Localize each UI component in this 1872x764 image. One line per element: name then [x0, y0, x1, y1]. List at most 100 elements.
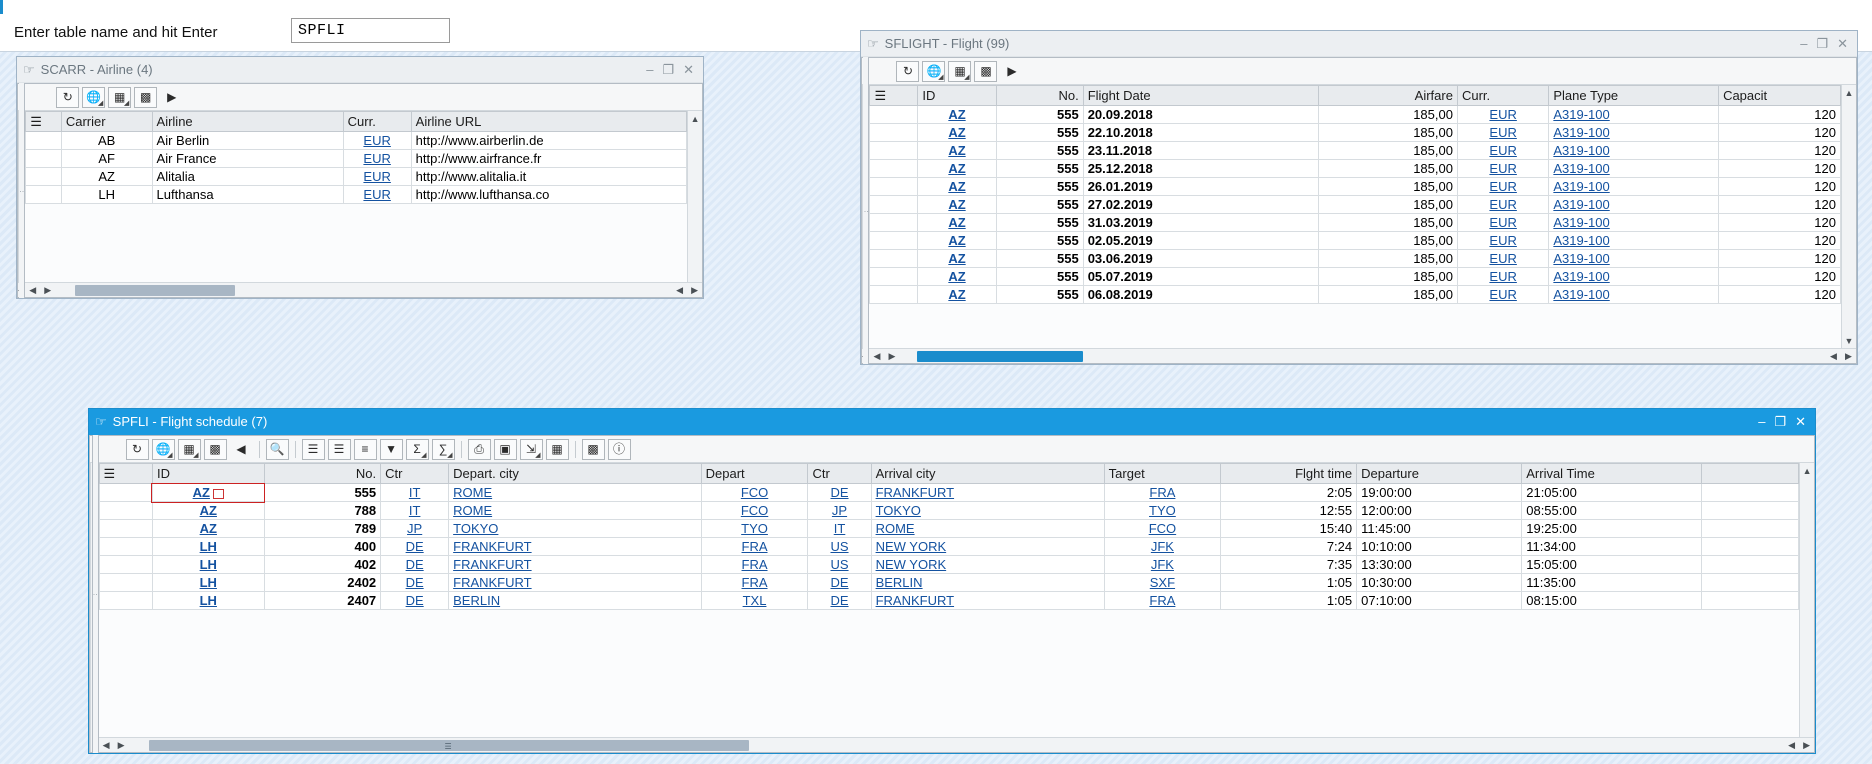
scroll-left-icon[interactable]: ◀ [862, 351, 863, 362]
cell-country-to[interactable]: IT [807, 519, 872, 538]
table-row[interactable]: AZ 555 03.06.2019 185,00 EUR A319-100 120 [869, 249, 1841, 268]
window-sflight[interactable]: ☞ SFLIGHT - Flight (99) – ❐ ✕ ➨ ☷ [860, 30, 1858, 365]
col-select[interactable]: ☰ [869, 85, 919, 106]
cell-number[interactable]: 555 [995, 159, 1084, 178]
cell-arrival-city[interactable]: BERLIN [870, 573, 1105, 592]
cell-airfare[interactable]: 185,00 [1317, 159, 1458, 178]
print-icon[interactable]: ⎙ [467, 438, 491, 460]
cell-depart-city[interactable]: TOKYO [448, 519, 702, 538]
cell-flight-time[interactable]: 1:05 [1220, 573, 1358, 592]
scroll-up-icon[interactable]: ▲ [688, 111, 703, 126]
cell-id[interactable]: AZ [151, 519, 265, 538]
cell-country-to[interactable]: US [807, 555, 872, 574]
chart-icon[interactable]: ▩ [203, 438, 227, 460]
col-curr[interactable]: Curr. [1456, 85, 1550, 106]
cell-number[interactable]: 788 [263, 501, 382, 520]
scroll-down-icon[interactable]: ▼ [1841, 333, 1856, 348]
cell-airline[interactable]: Alitalia [151, 167, 344, 186]
cell-number[interactable]: 400 [263, 537, 382, 556]
scroll-right-icon[interactable]: ▶ [884, 351, 899, 362]
cell-id[interactable]: AZ [917, 267, 997, 286]
cell-number[interactable]: 555 [995, 285, 1084, 304]
row-selector[interactable] [869, 213, 919, 232]
cell-capacity[interactable]: 120 [1718, 177, 1841, 196]
cell-currency[interactable]: EUR [342, 167, 412, 186]
cell-id[interactable]: LH [151, 537, 265, 556]
cell-target-airport[interactable]: TYO [1103, 501, 1222, 520]
col-flight-time[interactable]: Flght time [1220, 463, 1358, 484]
cell-number[interactable]: 555 [995, 267, 1084, 286]
cell-arrival-city[interactable]: TOKYO [870, 501, 1105, 520]
cell-currency[interactable]: EUR [1456, 249, 1550, 268]
scarr-data-hscroll[interactable]: ◀ ▶ ◀ ▶ [25, 282, 703, 297]
row-selector[interactable] [869, 141, 919, 160]
cell-plane-type[interactable]: A319-100 [1548, 249, 1720, 268]
cell-currency[interactable]: EUR [1456, 213, 1550, 232]
cell-number[interactable]: 2402 [263, 573, 382, 592]
cell-currency[interactable]: EUR [1456, 231, 1550, 250]
sum-icon[interactable]: Σ ◢ [405, 438, 429, 460]
window-spfli[interactable]: ☞ SPFLI - Flight schedule (7) – ❐ ✕ ➨ ☷ [88, 408, 1816, 754]
cell-number[interactable]: 402 [263, 555, 382, 574]
scroll-left-icon[interactable]: ◀ [18, 285, 19, 296]
cell-capacity[interactable]: 120 [1718, 249, 1841, 268]
cell-flight-date[interactable]: 27.02.2019 [1082, 195, 1319, 214]
sflight-data-hscroll[interactable]: ◀ ▶ ◀ ▶ [869, 348, 1856, 363]
cell-arrival-time[interactable]: 19:25:00 [1521, 519, 1702, 538]
cell-arrival-time[interactable]: 08:15:00 [1521, 591, 1702, 610]
cell-id[interactable]: LH [151, 591, 265, 610]
row-selector[interactable] [869, 249, 919, 268]
chart-icon[interactable]: ▩ [974, 60, 998, 82]
cell-country-from[interactable]: DE [380, 537, 450, 556]
cell-number[interactable]: 555 [995, 231, 1084, 250]
table-row[interactable]: AF Air France EUR http://www.airfrance.fr [25, 149, 688, 168]
cell-arrival-time[interactable]: 11:35:00 [1521, 573, 1702, 592]
spfli-selection-vscroll[interactable]: ▲ ▼ [90, 463, 92, 752]
close-button[interactable]: ✕ [1795, 409, 1806, 435]
cell-id[interactable]: AZ [917, 123, 997, 142]
cell-depart-airport[interactable]: FCO [700, 501, 809, 520]
cell-country-from[interactable]: DE [380, 555, 450, 574]
cell-id[interactable]: AZ [151, 501, 265, 520]
cell-id[interactable]: AZ [917, 249, 997, 268]
row-selector[interactable] [98, 555, 153, 574]
cell-carrier[interactable]: AF [60, 149, 153, 168]
play-icon[interactable]: ▶ [160, 87, 183, 108]
scroll-left2-icon[interactable]: ◀ [1826, 351, 1841, 362]
cell-plane-type[interactable]: A319-100 [1548, 105, 1720, 124]
spfli-data-hscroll[interactable]: ◀ ▶ ☰ ◀ ▶ [98, 737, 1815, 752]
col-plane-type[interactable]: Plane Type [1548, 85, 1720, 106]
table-name-input[interactable]: SPFLI [291, 18, 450, 43]
row-selector[interactable] [98, 483, 153, 502]
cell-depart-city[interactable]: FRANKFURT [448, 573, 702, 592]
table-row[interactable]: AZ 555 26.01.2019 185,00 EUR A319-100 120 [869, 177, 1841, 196]
col-id[interactable]: ID [151, 463, 265, 484]
cell-number[interactable]: 555 [995, 213, 1084, 232]
cell-capacity[interactable]: 120 [1718, 231, 1841, 250]
subtotal-icon[interactable]: ≡ [353, 438, 377, 460]
cell-flight-time[interactable]: 7:24 [1220, 537, 1358, 556]
window-sflight-titlebar[interactable]: ☞ SFLIGHT - Flight (99) – ❐ ✕ [861, 31, 1857, 57]
table-row[interactable]: LH 402 DE FRANKFURT FRA US NEW YORK JFK 7:35 13:3… [98, 555, 1800, 574]
cell-currency[interactable]: EUR [1456, 123, 1550, 142]
cell-flight-time[interactable]: 7:35 [1220, 555, 1358, 574]
row-selector[interactable] [25, 131, 62, 150]
cell-currency[interactable]: EUR [1456, 105, 1550, 124]
cell-capacity[interactable]: 120 [1718, 213, 1841, 232]
cell-currency[interactable]: EUR [1456, 177, 1550, 196]
cell-flight-date[interactable]: 26.01.2019 [1082, 177, 1319, 196]
cell-airline[interactable]: Lufthansa [151, 185, 344, 204]
scroll-left2-icon[interactable]: ◀ [672, 285, 687, 296]
info-icon[interactable]: ⓘ [607, 438, 631, 460]
cell-flight-date[interactable]: 31.03.2019 [1082, 213, 1319, 232]
window-spfli-titlebar[interactable]: ☞ SPFLI - Flight schedule (7) – ❐ ✕ [89, 409, 1815, 435]
row-selector[interactable] [25, 185, 62, 204]
scroll-left-icon[interactable]: ◀ [25, 285, 40, 296]
cell-target-airport[interactable]: SXF [1103, 573, 1222, 592]
cell-currency[interactable]: EUR [342, 185, 412, 204]
cell-country-from[interactable]: JP [380, 519, 450, 538]
table-row[interactable]: AZ 555 25.12.2018 185,00 EUR A319-100 120 [869, 159, 1841, 178]
col-arrival-city[interactable]: Arrival city [870, 463, 1105, 484]
table-row[interactable]: AZ 555 22.10.2018 185,00 EUR A319-100 120 [869, 123, 1841, 142]
cell-number[interactable]: 555 [995, 249, 1084, 268]
